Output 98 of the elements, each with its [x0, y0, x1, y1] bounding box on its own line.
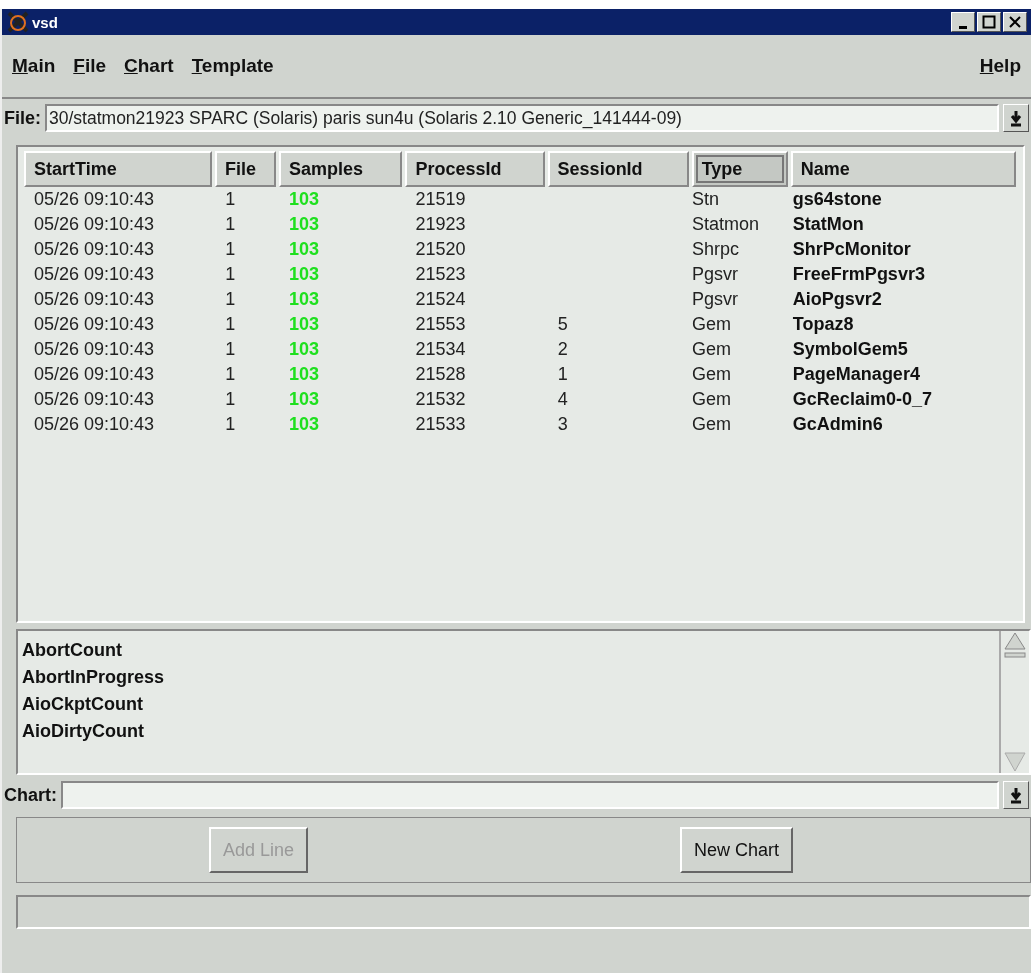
table-cell-text: 1	[224, 213, 237, 236]
table-cell-text: 103	[288, 388, 321, 411]
column-header[interactable]: File	[215, 151, 276, 187]
table-cell-text: 4	[556, 388, 569, 411]
table-cell-text: 21532	[414, 388, 467, 411]
table-cell-text: 21553	[414, 313, 467, 336]
table-cell-text: 103	[288, 238, 321, 261]
file-label: File:	[4, 107, 41, 129]
table-cell-text: 21520	[414, 238, 467, 261]
dropdown-button[interactable]	[1003, 781, 1029, 809]
close-button[interactable]	[1003, 12, 1027, 32]
table-cell-text: Gem	[691, 338, 732, 361]
table-cell-text: 21524	[414, 288, 467, 311]
table-cell-text: 21523	[414, 263, 467, 286]
table-cell-text: 1	[224, 413, 237, 436]
table-cell-text: ShrPcMonitor	[791, 238, 912, 261]
table-cell-text: Statmon	[691, 213, 760, 236]
table-cell-text: 1	[224, 313, 237, 336]
table-cell-text: 1	[224, 338, 237, 361]
table-cell-text: StatMon	[791, 213, 865, 236]
menu-item[interactable]: Help	[979, 55, 1021, 77]
table-cell-text: 103	[288, 363, 321, 386]
menu-item[interactable]: Template	[191, 55, 274, 77]
column-header[interactable]: Name	[790, 151, 1016, 187]
table-cell-text: 1	[224, 363, 237, 386]
list-item[interactable]: AioDirtyCount	[22, 718, 995, 745]
column-header[interactable]: StartTime	[24, 151, 213, 187]
table-cell-text: 1	[224, 188, 237, 211]
menu-item[interactable]: Chart	[124, 55, 174, 77]
table-cell-text: Shrpc	[691, 238, 740, 261]
chart-label: Chart:	[4, 784, 57, 806]
menu-item[interactable]: Main	[12, 55, 56, 77]
table-cell-text: 1	[224, 263, 237, 286]
table-cell-text: Gem	[691, 388, 732, 411]
chart-field[interactable]	[61, 781, 999, 809]
column-header[interactable]: Type	[691, 151, 788, 187]
table-cell-text: PageManager4	[791, 363, 921, 386]
table-cell-text: Pgsvr	[691, 263, 739, 286]
file-field[interactable]: 30/statmon21923 SPARC (Solaris) paris sun4u (Solaris 2.10 Generic_141444-09)	[45, 104, 999, 132]
table-cell-text: 103	[288, 413, 321, 436]
dropdown-button[interactable]	[1003, 104, 1029, 132]
column-header[interactable]: Samples	[278, 151, 403, 187]
new-chart-button[interactable]: New Chart	[680, 827, 794, 873]
table-cell-text: 21519	[414, 188, 467, 211]
maximize-button[interactable]	[977, 12, 1001, 32]
table-cell-text: 05/26 09:10:43	[33, 338, 156, 361]
table-cell-text: Gem	[691, 313, 732, 336]
table-cell-text: 5	[556, 313, 569, 336]
table-cell-text: Topaz8	[791, 313, 855, 336]
column-header[interactable]: SessionId	[547, 151, 689, 187]
table-cell-text: 21533	[414, 413, 467, 436]
window-title: vsd	[32, 13, 58, 31]
table-cell-text: 05/26 09:10:43	[33, 188, 156, 211]
table-cell-text: Pgsvr	[691, 288, 739, 311]
x-logo-icon	[6, 11, 30, 33]
table-cell-text: 103	[288, 213, 321, 236]
table-cell-text: 103	[288, 188, 321, 211]
minimize-button[interactable]	[951, 12, 975, 32]
minimize-icon	[959, 25, 967, 29]
down-arrow-icon	[1009, 109, 1023, 127]
table-cell-text: FreeFrmPgsvr3	[791, 263, 926, 286]
maximize-icon	[982, 15, 996, 29]
table-cell-text: Gem	[691, 363, 732, 386]
table-cell-text: 05/26 09:10:43	[33, 413, 156, 436]
table-cell-text: 1	[224, 238, 237, 261]
column-header[interactable]: ProcessId	[405, 151, 545, 187]
table-cell-text: SymbolGem5	[791, 338, 909, 361]
table-cell-text: 21923	[414, 213, 467, 236]
table-cell-text: 103	[288, 313, 321, 336]
table-cell-text: 103	[288, 263, 321, 286]
down-arrow-icon	[1009, 786, 1023, 804]
table-cell-text: 21528	[414, 363, 467, 386]
table-cell-text: 05/26 09:10:43	[33, 288, 156, 311]
table-cell-text: gs64stone	[791, 188, 883, 211]
table-cell-text: 3	[556, 413, 569, 436]
table-cell-text: 103	[288, 338, 321, 361]
table-cell-text: 05/26 09:10:43	[33, 388, 156, 411]
list-item[interactable]: AioCkptCount	[22, 691, 995, 718]
table-cell-text: 1	[224, 388, 237, 411]
close-icon	[1008, 15, 1022, 29]
table-cell-text: 2	[556, 338, 569, 361]
table-cell-text: 05/26 09:10:43	[33, 213, 156, 236]
table-cell-text: 1	[224, 288, 237, 311]
table-cell-text: 05/26 09:10:43	[33, 313, 156, 336]
table-cell-text: AioPgsvr2	[791, 288, 883, 311]
table-cell-text: 05/26 09:10:43	[33, 238, 156, 261]
table-cell-text: 05/26 09:10:43	[33, 363, 156, 386]
table-cell-text: Stn	[691, 188, 720, 211]
table-cell-text: Gem	[691, 413, 732, 436]
list-item[interactable]: AbortInProgress	[22, 664, 995, 691]
table-cell-text: 05/26 09:10:43	[33, 263, 156, 286]
table-cell-text: GcAdmin6	[791, 413, 884, 436]
table-cell-text: GcReclaim0-0_7	[791, 388, 933, 411]
list-item[interactable]: AbortCount	[22, 637, 995, 664]
menu-item[interactable]: File	[73, 55, 106, 77]
table-cell-text: 103	[288, 288, 321, 311]
table-cell-text: 1	[556, 363, 569, 386]
table-cell-text: 21534	[414, 338, 467, 361]
